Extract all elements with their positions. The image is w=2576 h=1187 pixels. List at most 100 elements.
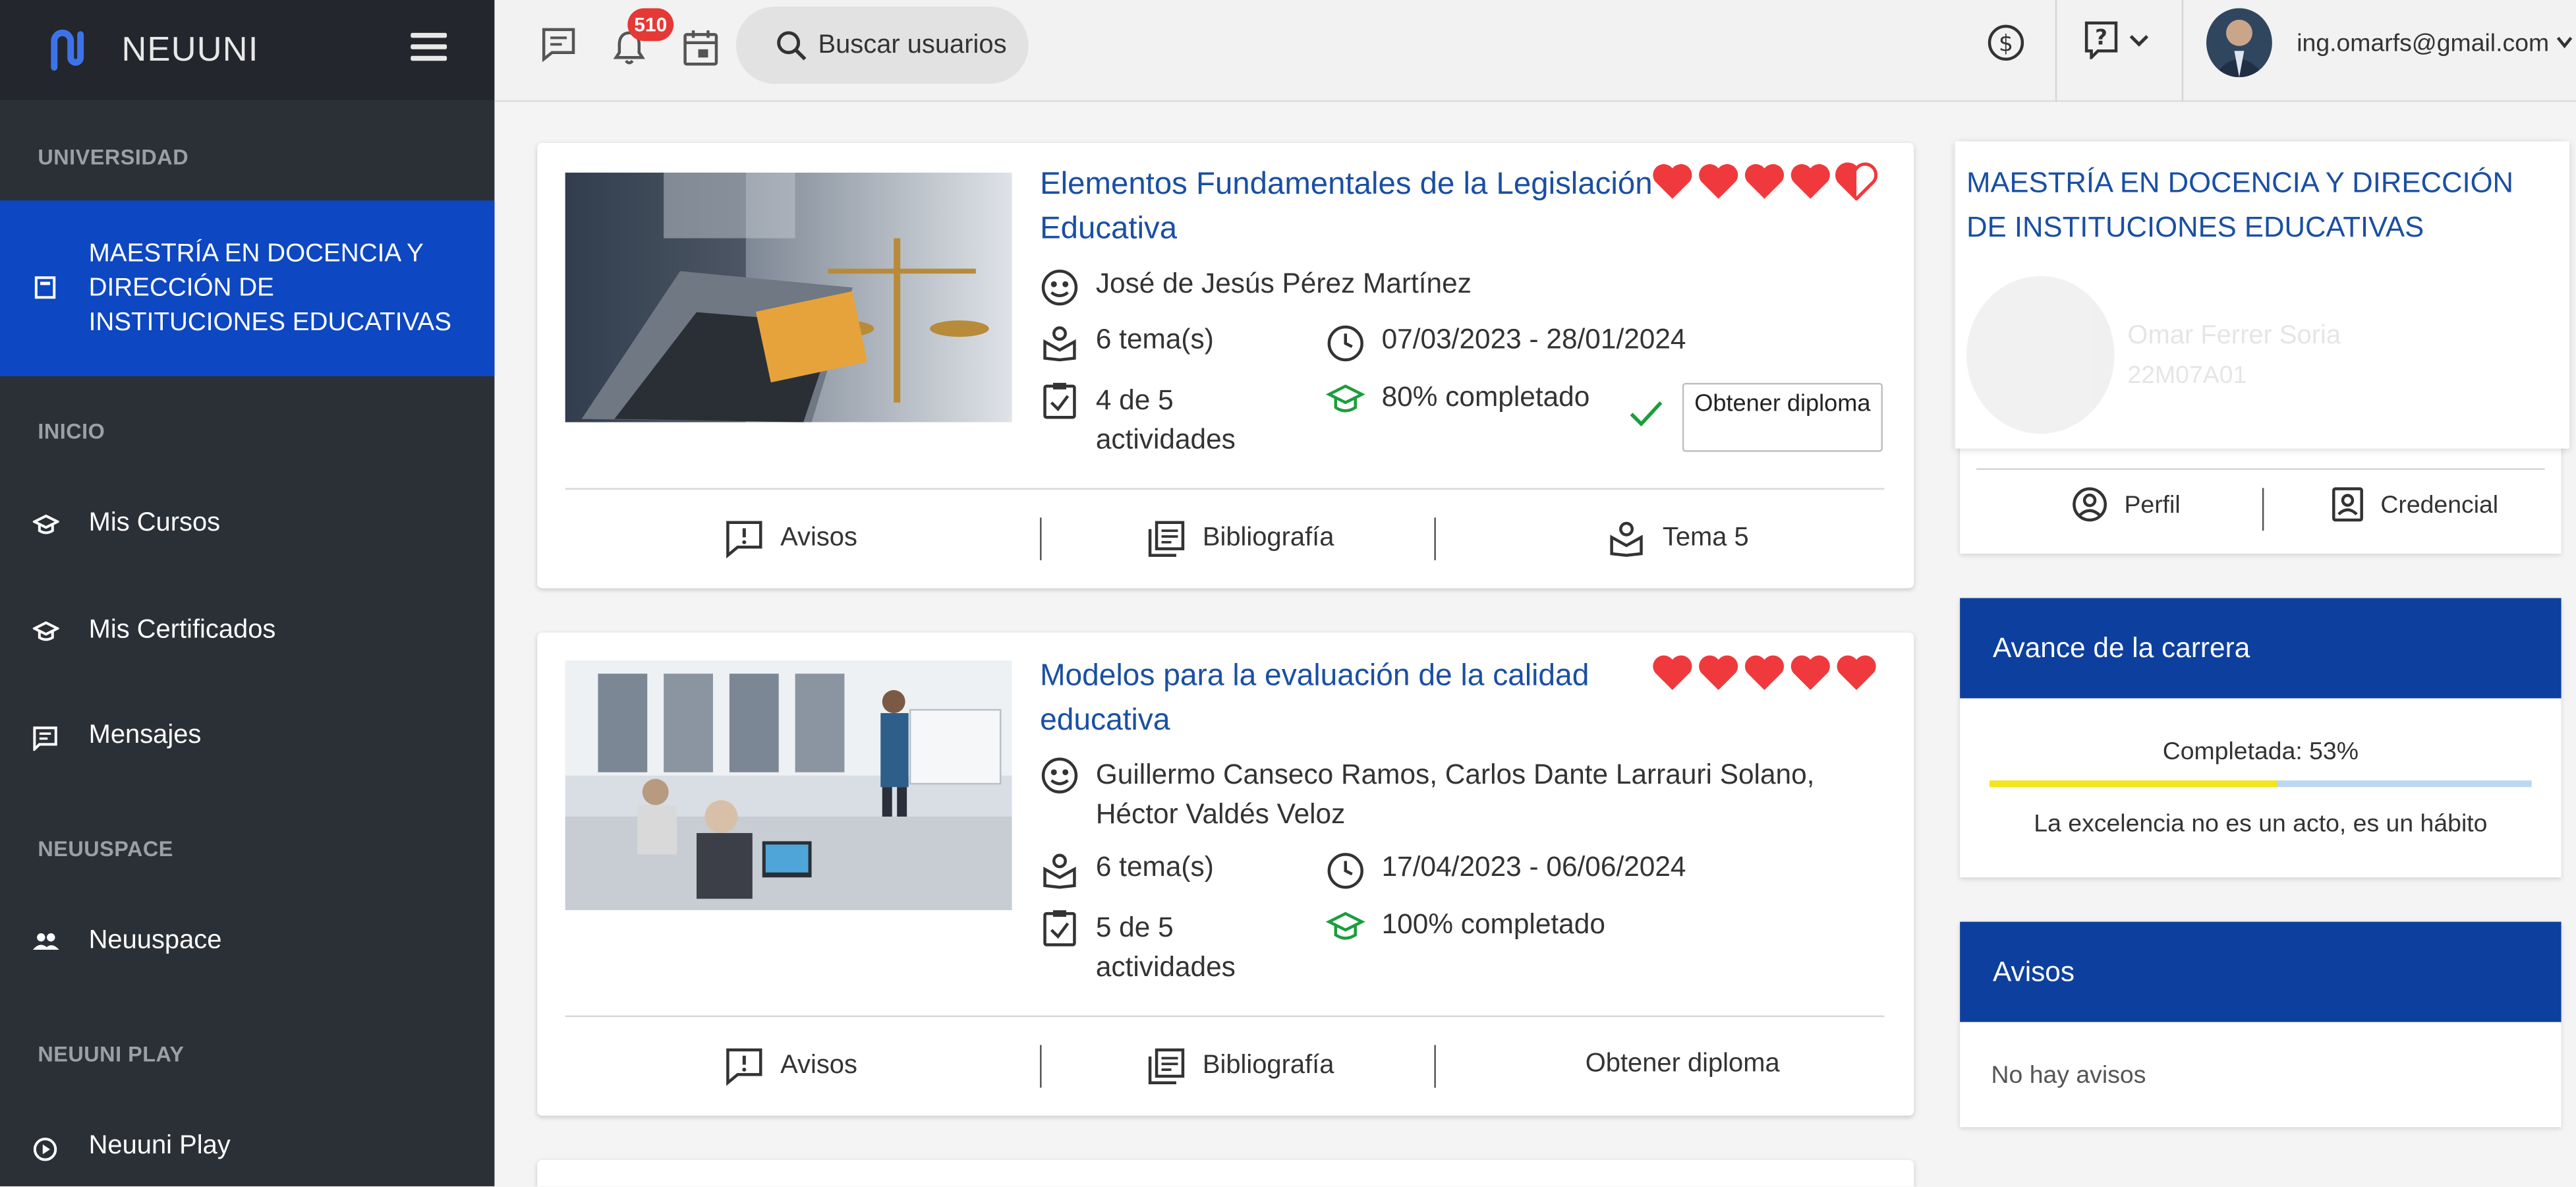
search-icon xyxy=(777,30,807,60)
heart-icon xyxy=(1699,164,1738,199)
course-progress-row: 100% completado xyxy=(1325,908,1605,948)
check-icon xyxy=(1630,401,1663,427)
payments-dollar-icon[interactable]: $ xyxy=(1986,23,2026,63)
sidebar-item-neuuni-play[interactable]: Neuuni Play xyxy=(0,1116,494,1182)
course-card: Elementos Fundamentales de la Legislació… xyxy=(537,142,1914,589)
sidebar-item-mensajes[interactable]: Mensajes xyxy=(0,705,494,770)
course-activities: 5 de 5 actividades xyxy=(1095,912,1236,983)
notices-heading: Avisos xyxy=(1960,921,2562,1022)
course-teacher: José de Jesús Pérez Martínez xyxy=(1095,268,1472,299)
account-circle-icon xyxy=(2073,487,2107,522)
career-quote: La excelencia no es un acto, es un hábit… xyxy=(2034,810,2488,838)
tema-label: Tema 5 xyxy=(1662,524,1749,552)
course-activities: 4 de 5 actividades xyxy=(1095,384,1236,455)
graduation-cap-icon xyxy=(32,514,59,535)
clock-icon xyxy=(1327,853,1363,889)
user-email[interactable]: ing.omarfs@gmail.com xyxy=(2297,30,2549,57)
perfil-label: Perfil xyxy=(2124,490,2181,519)
sidebar-item-mis-cursos[interactable]: Mis Cursos xyxy=(0,493,494,559)
course-topics: 6 tema(s) xyxy=(1095,851,1214,883)
course-topics-row: 6 tema(s) xyxy=(1040,851,1214,890)
chevron-down-icon[interactable] xyxy=(2127,33,2150,49)
clipboard-check-icon xyxy=(1043,382,1076,419)
topbar-divider xyxy=(2055,0,2057,102)
profile-divider xyxy=(1976,468,2545,470)
book-icon xyxy=(34,276,56,299)
avisos-button[interactable]: Avisos xyxy=(724,1047,857,1086)
menu-toggle-icon[interactable] xyxy=(411,32,447,63)
sidebar-item-label: Mensajes xyxy=(88,721,202,749)
bibliografia-button[interactable]: Bibliografía xyxy=(1147,519,1334,559)
message-icon xyxy=(33,726,57,751)
career-completed-label: Completada: 53% xyxy=(2162,738,2359,766)
get-diploma-link[interactable]: Obtener diploma xyxy=(1586,1050,1780,1080)
diploma-label: Obtener diploma xyxy=(1585,1050,1780,1078)
course-progress: 100% completado xyxy=(1381,908,1605,940)
brand-bar: NEUUNI xyxy=(0,0,495,101)
people-icon xyxy=(32,933,59,950)
course-thumbnail[interactable] xyxy=(565,660,1012,911)
footer-separator xyxy=(1040,517,1042,561)
avisos-label: Avisos xyxy=(780,1051,857,1080)
perfil-button[interactable]: Perfil xyxy=(2072,486,2181,523)
career-progress-bar xyxy=(1989,780,2532,788)
course-teacher: Guillermo Canseco Ramos, Carlos Dante La… xyxy=(1095,759,1815,830)
course-teacher-row: Guillermo Canseco Ramos, Carlos Dante La… xyxy=(1040,756,1862,835)
topics-icon xyxy=(1610,521,1643,557)
notices-empty-text: No hay avisos xyxy=(1991,1061,2146,1089)
career-progress-panel: Avance de la carrera Completada: 53% La … xyxy=(1960,598,2562,878)
get-diploma-button[interactable]: Obtener diploma xyxy=(1682,382,1883,452)
heart-icon xyxy=(1790,655,1830,691)
svg-text:?: ? xyxy=(2095,24,2107,49)
footer-separator xyxy=(1434,1045,1436,1088)
course-card: Modelos para la evaluación de la calidad… xyxy=(537,632,1914,1116)
sidebar-item-label: Neuuni Play xyxy=(88,1132,231,1161)
clock-icon xyxy=(1327,325,1363,362)
card-divider xyxy=(565,1015,1885,1018)
heart-icon xyxy=(1699,655,1738,691)
chevron-down-icon[interactable] xyxy=(2556,36,2573,49)
heart-icon xyxy=(1790,164,1830,199)
course-title[interactable]: Modelos para la evaluación de la calidad… xyxy=(1040,652,1664,741)
student-photo xyxy=(1966,275,2115,434)
teacher-icon xyxy=(1041,757,1078,794)
sidebar-item-program[interactable]: MAESTRÍA EN DOCENCIA Y DIRECCIÓN DE INST… xyxy=(0,200,495,376)
help-icon[interactable]: ? xyxy=(2083,20,2119,59)
search-users-button[interactable]: Buscar usuarios xyxy=(735,6,1029,84)
sidebar-program-label: MAESTRÍA EN DOCENCIA Y DIRECCIÓN DE INST… xyxy=(88,239,451,337)
library-books-icon xyxy=(1148,1048,1185,1085)
sidebar-item-mis-certificados[interactable]: Mis Certificados xyxy=(0,600,494,666)
avatar[interactable] xyxy=(2206,8,2272,78)
footer-separator xyxy=(1434,517,1436,561)
course-thumbnail[interactable] xyxy=(565,172,1012,422)
id-card-icon xyxy=(2332,487,2363,522)
card-divider xyxy=(565,488,1885,490)
course-progress-row: 80% completado xyxy=(1325,381,1589,420)
course-dates-row: 17/04/2023 - 06/06/2024 xyxy=(1326,851,1686,890)
section-inicio: INICIO xyxy=(38,419,105,444)
sidebar-item-label: Neuuspace xyxy=(88,927,222,955)
section-universidad: UNIVERSIDAD xyxy=(38,144,189,169)
course-title[interactable]: Elementos Fundamentales de la Legislació… xyxy=(1040,163,1664,252)
calendar-icon[interactable] xyxy=(682,28,720,67)
credencial-button[interactable]: Credencial xyxy=(2332,486,2498,523)
svg-text:$: $ xyxy=(1999,30,2013,57)
app-root: NEUUNI UNIVERSIDAD MAESTRÍA EN DOCENCIA … xyxy=(0,0,2576,1186)
topbar-divider xyxy=(2181,0,2184,102)
course-dates-row: 07/03/2023 - 28/01/2024 xyxy=(1326,324,1686,363)
chat-icon[interactable] xyxy=(539,24,579,64)
student-name: Omar Ferrer Soria xyxy=(2127,322,2341,351)
half-heart-icon xyxy=(1835,162,1878,201)
avisos-button[interactable]: Avisos xyxy=(724,519,857,559)
clipboard-check-icon xyxy=(1043,910,1076,946)
play-icon xyxy=(33,1138,57,1161)
bibliografia-button[interactable]: Bibliografía xyxy=(1147,1047,1334,1086)
topics-icon xyxy=(1043,326,1076,362)
tema-button[interactable]: Tema 5 xyxy=(1607,519,1749,559)
sidebar-item-neuuspace[interactable]: Neuuspace xyxy=(0,910,494,976)
sidebar-item-label: Mis Cursos xyxy=(88,509,221,538)
course-activities-row: 5 de 5 actividades xyxy=(1040,909,1303,988)
course-teacher-row: José de Jesús Pérez Martínez xyxy=(1040,268,1472,307)
sidebar: NEUUNI UNIVERSIDAD MAESTRÍA EN DOCENCIA … xyxy=(0,0,495,1186)
student-id: 22M07A01 xyxy=(2127,361,2247,390)
